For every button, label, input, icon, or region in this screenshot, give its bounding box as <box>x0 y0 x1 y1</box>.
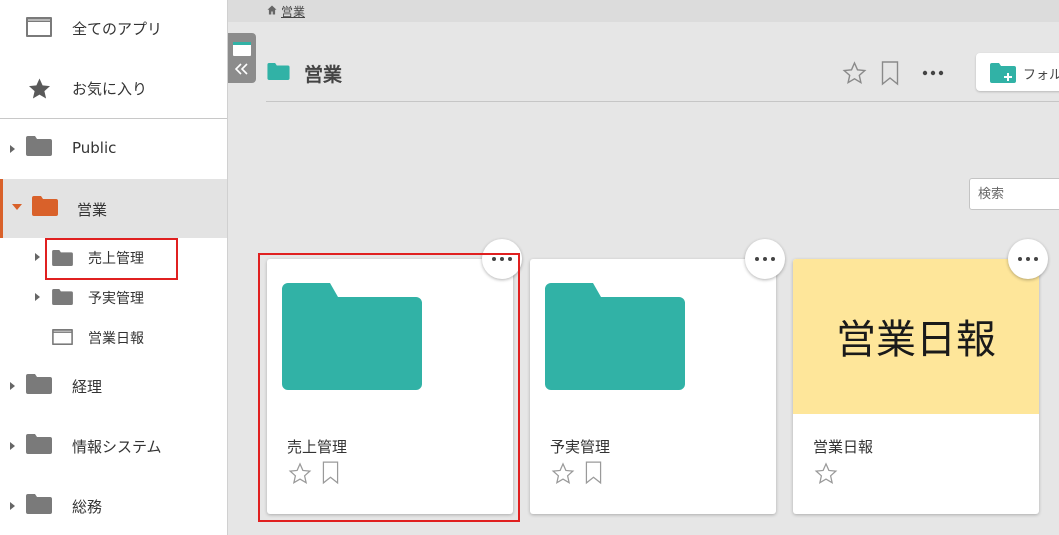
folder-icon <box>26 374 52 394</box>
sidebar-item-eigyo[interactable]: 営業 <box>0 179 227 238</box>
sidebar-item-label: 営業日報 <box>88 331 144 347</box>
sidebar-collapse-button[interactable] <box>228 33 256 83</box>
new-folder-button[interactable]: フォルダ <box>976 53 1059 91</box>
app-window-icon <box>26 17 52 37</box>
sidebar-item-yojitsu[interactable]: 予実管理 <box>0 278 227 317</box>
folder-icon <box>545 283 685 390</box>
sidebar-item-label: 営業 <box>77 201 108 219</box>
double-chevron-left-icon <box>235 63 248 75</box>
sidebar-item-all-apps[interactable]: 全てのアプリ <box>0 0 227 58</box>
expand-caret-icon[interactable] <box>10 145 15 153</box>
title-divider <box>266 101 1059 102</box>
sidebar-item-nippo[interactable]: 営業日報 <box>0 317 227 357</box>
more-dots-icon <box>1018 257 1038 261</box>
breadcrumb-current-link[interactable]: 営業 <box>281 3 305 20</box>
card-nippo[interactable]: 営業日報 営業日報 <box>793 259 1039 514</box>
sidebar-item-label: 全てのアプリ <box>72 20 163 38</box>
expand-caret-icon[interactable] <box>10 442 15 450</box>
expand-caret-icon[interactable] <box>35 293 40 301</box>
folder-icon <box>32 196 58 216</box>
card-more-button[interactable] <box>1008 239 1048 279</box>
star-outline-icon[interactable] <box>842 61 867 85</box>
more-dots-icon <box>755 257 775 261</box>
folder-icon <box>26 136 52 156</box>
new-folder-label: フォルダ <box>1023 68 1059 83</box>
page-title: 営業 <box>304 64 343 86</box>
card-name: 予実管理 <box>550 438 611 456</box>
highlight-box <box>258 253 520 522</box>
star-icon <box>29 78 50 99</box>
highlight-box <box>45 238 178 280</box>
sidebar-item-label: 情報システム <box>72 438 162 456</box>
title-folder-icon <box>267 63 290 80</box>
sidebar-item-label: お気に入り <box>72 80 148 98</box>
sidebar-item-label: 予実管理 <box>88 291 144 307</box>
search-input[interactable] <box>969 178 1059 210</box>
folder-add-icon <box>990 63 1016 83</box>
app-thumbnail: 営業日報 <box>793 259 1039 414</box>
more-dots-icon[interactable] <box>922 70 944 76</box>
folder-icon <box>52 289 73 305</box>
expand-caret-icon[interactable] <box>10 502 15 510</box>
home-icon[interactable] <box>267 5 277 15</box>
sidebar-item-label: 総務 <box>72 498 103 516</box>
sidebar-item-keiri[interactable]: 経理 <box>0 357 227 417</box>
card-more-button[interactable] <box>745 239 785 279</box>
breadcrumb: 営業 <box>228 0 1059 22</box>
card-name: 営業日報 <box>813 438 874 456</box>
star-outline-icon[interactable] <box>814 462 838 485</box>
card-yojitsu[interactable]: 予実管理 <box>530 259 776 514</box>
bookmark-outline-icon[interactable] <box>585 461 602 485</box>
bookmark-outline-icon[interactable] <box>881 61 899 86</box>
sidebar-item-favorites[interactable]: お気に入り <box>0 58 227 118</box>
expand-caret-icon[interactable] <box>10 382 15 390</box>
sidebar-item-label: Public <box>72 139 117 157</box>
folder-icon <box>26 494 52 514</box>
star-outline-icon[interactable] <box>551 462 575 485</box>
collapse-caret-icon[interactable] <box>12 204 22 210</box>
sidebar-item-public[interactable]: Public <box>0 119 227 179</box>
thumbnail-text: 営業日報 <box>836 317 996 363</box>
app-window-icon <box>52 329 73 345</box>
expand-caret-icon[interactable] <box>35 253 40 261</box>
sidebar-item-joho-system[interactable]: 情報システム <box>0 417 227 477</box>
sidebar-item-somu[interactable]: 総務 <box>0 477 227 535</box>
panel-icon <box>233 42 251 56</box>
sidebar-item-label: 経理 <box>72 378 103 396</box>
folder-icon <box>26 434 52 454</box>
